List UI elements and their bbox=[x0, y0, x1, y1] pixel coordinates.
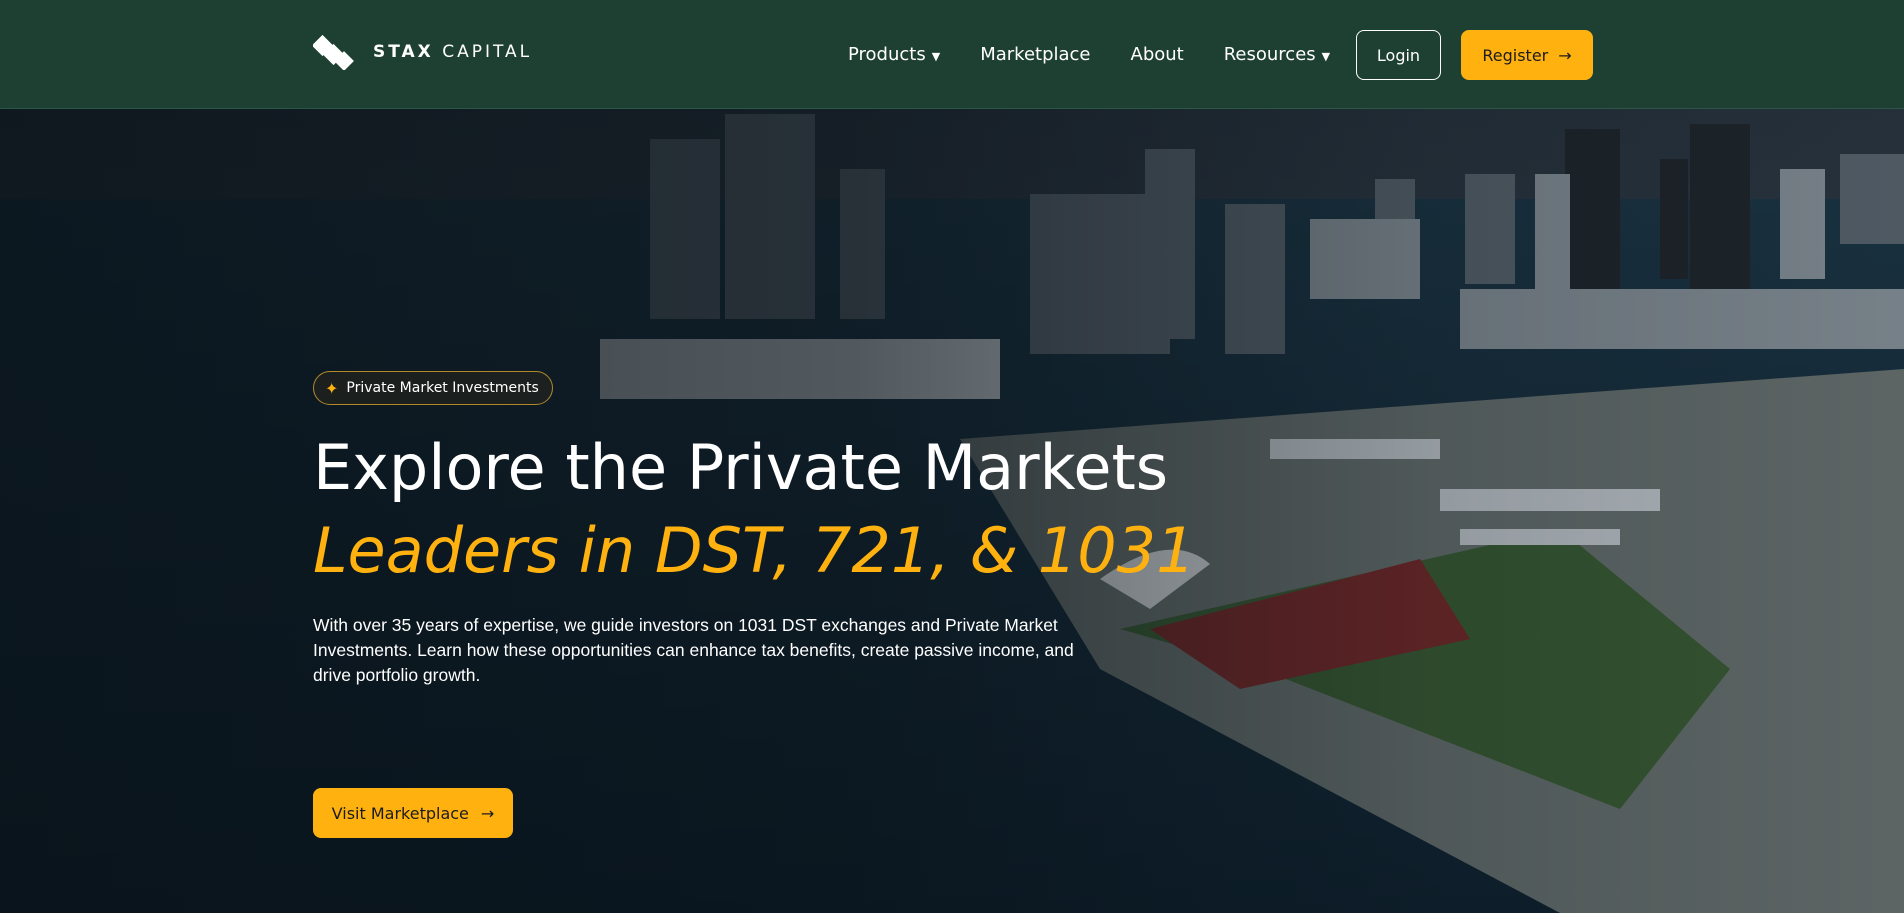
hero-description: With over 35 years of expertise, we guid… bbox=[313, 615, 1074, 685]
hero-badge-label: Private Market Investments bbox=[346, 380, 539, 396]
nav-about-label: About bbox=[1130, 44, 1184, 65]
login-button[interactable]: Login bbox=[1356, 30, 1441, 80]
nav-products-label: Products bbox=[848, 44, 926, 65]
visit-marketplace-label: Visit Marketplace bbox=[331, 803, 469, 823]
hero-badge: ✦ Private Market Investments bbox=[313, 371, 553, 405]
nav-products[interactable]: Products ▼ bbox=[848, 44, 940, 65]
visit-marketplace-button[interactable]: Visit Marketplace → bbox=[313, 788, 513, 838]
sparkle-icon: ✦ bbox=[325, 378, 339, 398]
register-button-label: Register bbox=[1482, 45, 1549, 65]
nav-resources[interactable]: Resources ▼ bbox=[1224, 44, 1330, 65]
nav-marketplace-label: Marketplace bbox=[980, 44, 1091, 65]
login-button-label: Login bbox=[1376, 45, 1421, 65]
site-header: STAX CAPITAL Products ▼ Marketplace Abou… bbox=[0, 0, 1904, 109]
nav-about[interactable]: About bbox=[1131, 44, 1184, 65]
register-button[interactable]: Register → bbox=[1461, 30, 1593, 80]
nav-resources-label: Resources bbox=[1223, 44, 1316, 65]
logo-wordmark: STAX CAPITAL bbox=[373, 42, 533, 62]
stacked-diamonds-logo-icon bbox=[313, 34, 354, 70]
hero-section: ✦ Private Market Investments Explore the… bbox=[0, 109, 1904, 913]
caret-down-icon: ▼ bbox=[931, 49, 941, 63]
hero-overlay bbox=[0, 109, 1904, 913]
main-nav: Products ▼ Marketplace About Resources ▼ bbox=[848, 0, 1370, 109]
nav-marketplace[interactable]: Marketplace bbox=[980, 44, 1090, 65]
hero-subtitle: Leaders in DST, 721, & 1031 bbox=[313, 514, 1196, 587]
page: STAX CAPITAL Products ▼ Marketplace Abou… bbox=[0, 0, 1904, 913]
arrow-right-icon: → bbox=[480, 803, 495, 823]
logo-link[interactable]: STAX CAPITAL bbox=[313, 34, 532, 70]
caret-down-icon: ▼ bbox=[1321, 49, 1331, 63]
arrow-right-icon: → bbox=[1558, 45, 1572, 65]
hero-title: Explore the Private Markets bbox=[313, 431, 1169, 504]
